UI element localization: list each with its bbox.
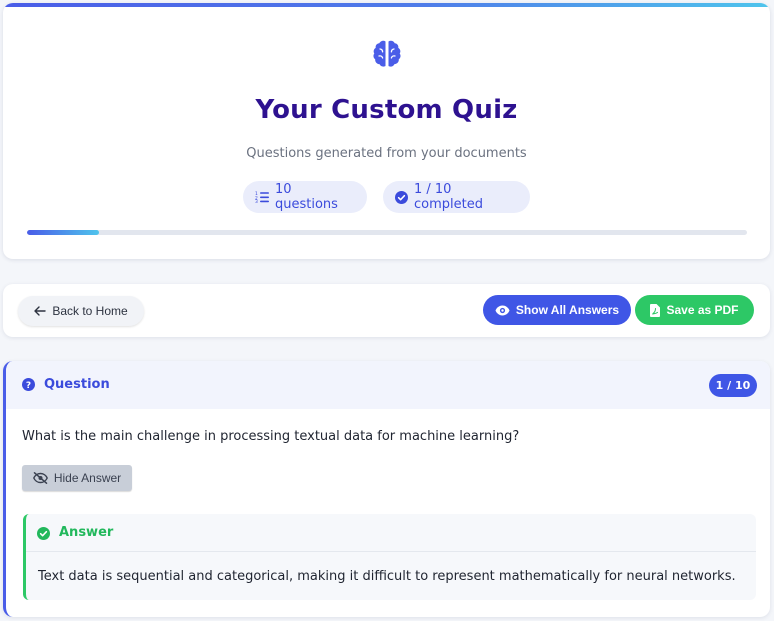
quiz-toolbar: Back to Home Show All Answers Save as PD… [3,284,770,337]
hide-answer-button[interactable]: Hide Answer [22,465,132,491]
file-pdf-icon [650,303,661,317]
page-subtitle: Questions generated from your documents [246,146,527,161]
brain-icon [373,40,401,67]
eye-icon [495,305,510,315]
answer-panel: Answer Text data is sequential and categ… [23,514,756,600]
check-circle-icon [37,527,50,540]
check-circle-icon [395,190,408,204]
answer-label: Answer [59,525,114,540]
back-to-home-button[interactable]: Back to Home [18,296,144,326]
question-header: ? Question 1 / 10 [6,361,770,409]
back-to-home-label: Back to Home [52,304,128,318]
quiz-progress-fill [27,230,99,235]
show-all-answers-label: Show All Answers [515,303,620,317]
save-as-pdf-label: Save as PDF [666,303,739,317]
save-as-pdf-button[interactable]: Save as PDF [635,295,754,325]
arrow-left-icon [34,306,47,316]
question-card: ? Question 1 / 10 What is the main chall… [3,361,770,617]
question-circle-icon: ? [22,378,35,391]
show-all-answers-button[interactable]: Show All Answers [483,295,631,325]
question-counter-badge: 1 / 10 [709,374,757,397]
svg-text:3: 3 [255,199,258,203]
svg-text:?: ? [26,381,31,391]
questions-count-badge: 1 2 3 10 questions [243,181,367,213]
question-label: Question [44,377,110,392]
question-text: What is the main challenge in processing… [22,429,520,444]
list-ordered-icon: 1 2 3 [255,191,269,203]
header-gradient-bar [3,3,770,7]
quiz-progress-bar [27,230,747,235]
answer-header: Answer [26,514,756,552]
hide-answer-label: Hide Answer [53,471,122,485]
answer-text: Text data is sequential and categorical,… [38,569,736,584]
eye-slash-icon [32,472,48,484]
questions-count-label: 10 questions [275,182,338,212]
completed-count-label: 1 / 10 completed [414,182,483,212]
completed-count-badge: 1 / 10 completed [383,181,530,213]
quiz-header-card: Your Custom Quiz Questions generated fro… [3,3,770,259]
page-title: Your Custom Quiz [255,95,518,125]
